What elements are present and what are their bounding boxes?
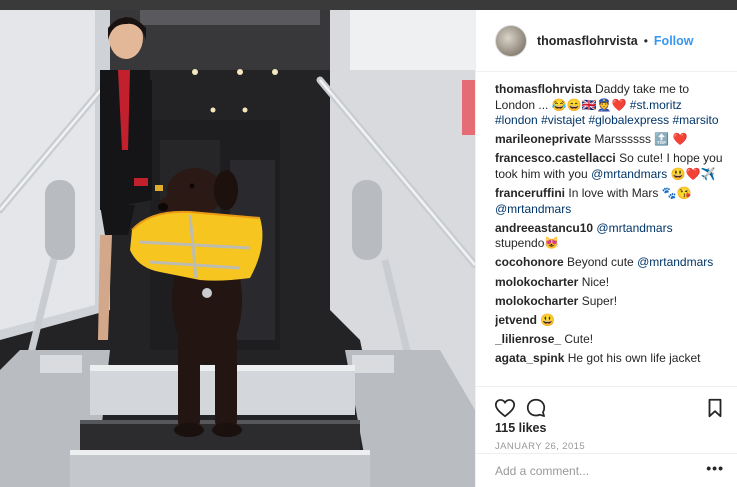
action-bar	[476, 386, 737, 426]
comment-username[interactable]: andreeastancu10	[495, 221, 593, 235]
post-sidebar: thomasflohrvista • Follow thomasflohrvis…	[475, 10, 737, 487]
comment-icon[interactable]	[525, 397, 547, 419]
comment-text: Super!	[581, 293, 618, 308]
post-photo[interactable]	[0, 10, 475, 487]
hashtag[interactable]: #globalexpress	[588, 113, 669, 127]
comment-username[interactable]: jetvend	[495, 313, 537, 327]
bookmark-icon[interactable]	[704, 397, 726, 419]
add-comment-bar: •••	[476, 453, 737, 487]
comments-list[interactable]: thomasflohrvista Daddy take me to London…	[495, 82, 725, 386]
heart-icon[interactable]	[494, 397, 516, 419]
mention[interactable]: @mrtandmars	[591, 167, 667, 181]
mention[interactable]: @mrtandmars	[495, 202, 571, 216]
comment-text: Cute!	[564, 331, 594, 346]
photo-illustration	[0, 10, 475, 487]
comment-item: marileoneprivate Marssssss 🔝 ❤️	[495, 132, 725, 148]
comment-username[interactable]: molokocharter	[495, 275, 578, 289]
post-username[interactable]: thomasflohrvista	[537, 34, 638, 48]
comment-item: franceruffini In love with Mars 🐾😘 @mrta…	[495, 186, 725, 217]
comment-item: molokocharter Super!	[495, 294, 725, 310]
comment-text: Marssssss 🔝 ❤️	[594, 132, 688, 147]
caption: thomasflohrvista Daddy take me to London…	[495, 82, 725, 129]
hashtag[interactable]: #marsito	[673, 113, 719, 127]
comment-username[interactable]: cocohonore	[495, 255, 564, 269]
comment-text-after: 😃❤️✈️	[670, 166, 716, 181]
caption-username[interactable]: thomasflohrvista	[495, 82, 592, 96]
comment-username[interactable]: molokocharter	[495, 294, 578, 308]
comment-item: andreeastancu10 @mrtandmars stupendo😻	[495, 221, 725, 252]
comment-item: _lilienrose_ Cute!	[495, 332, 725, 348]
hashtag[interactable]: #london	[495, 113, 538, 127]
comment-text: He got his own life jacket	[567, 350, 701, 365]
add-comment-input[interactable]	[495, 462, 695, 480]
top-strip	[0, 0, 737, 10]
hashtag[interactable]: #st.moritz	[630, 98, 682, 112]
mention[interactable]: @mrtandmars	[637, 255, 713, 269]
comment-text: 😃	[540, 312, 556, 327]
comment-item: molokocharter Nice!	[495, 275, 725, 291]
separator-dot: •	[643, 33, 648, 48]
post-header: thomasflohrvista • Follow	[476, 10, 737, 72]
comment-username[interactable]: franceruffini	[495, 186, 565, 200]
more-options-button[interactable]: •••	[706, 460, 724, 476]
comment-text-after: stupendo😻	[495, 236, 560, 251]
comment-text: Beyond cute	[567, 255, 634, 270]
avatar[interactable]	[495, 24, 527, 57]
comment-username[interactable]: marileoneprivate	[495, 132, 591, 146]
hashtag[interactable]: #vistajet	[541, 113, 585, 127]
likes-count[interactable]: 115 likes	[495, 421, 546, 435]
comment-text: In love with Mars 🐾😘	[568, 186, 692, 201]
comment-username[interactable]: _lilienrose_	[495, 332, 561, 346]
comment-username[interactable]: agata_spink	[495, 351, 564, 365]
comment-username[interactable]: francesco.castellacci	[495, 151, 616, 165]
comment-item: cocohonore Beyond cute @mrtandmars	[495, 255, 725, 271]
comment-item: francesco.castellacci So cute! I hope yo…	[495, 151, 725, 182]
comment-item: jetvend 😃	[495, 313, 725, 329]
comment-item: agata_spink He got his own life jacket	[495, 351, 725, 367]
mention[interactable]: @mrtandmars	[596, 221, 672, 235]
follow-button[interactable]: Follow	[654, 34, 694, 48]
post-date[interactable]: JANUARY 26, 2015	[495, 441, 585, 452]
comment-text: Nice!	[581, 274, 610, 289]
